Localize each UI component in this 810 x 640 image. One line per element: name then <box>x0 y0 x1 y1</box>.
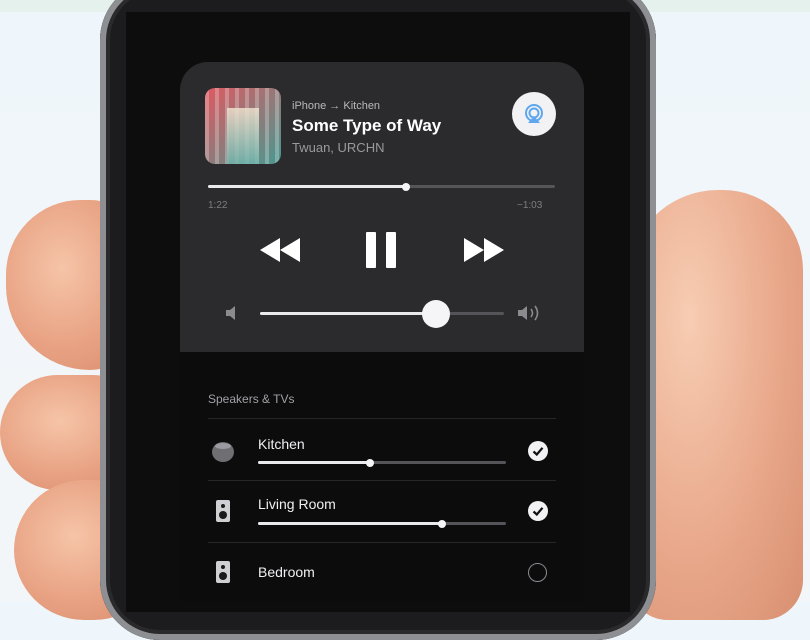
speaker-label: Bedroom <box>258 564 315 580</box>
divider <box>208 418 556 419</box>
elapsed-time: 1:22 <box>208 200 228 211</box>
speaker-volume-knob[interactable] <box>365 458 374 467</box>
remaining-time: −1:03 <box>517 200 543 211</box>
divider <box>208 480 556 481</box>
speakers-panel <box>180 352 584 602</box>
speaker-label: Kitchen <box>258 436 305 452</box>
volume-slider-knob[interactable] <box>421 299 450 328</box>
airplay-icon <box>525 104 543 123</box>
volume-high-icon-wrap <box>516 303 546 328</box>
volume-slider[interactable] <box>260 299 504 328</box>
pause-button[interactable] <box>364 230 398 275</box>
output-route-label: iPhone → Kitchen <box>292 100 381 112</box>
speaker-label: Living Room <box>258 496 336 512</box>
rewind-button[interactable] <box>258 234 302 271</box>
volume-fill <box>260 312 436 315</box>
playback-scrubber[interactable] <box>208 182 555 191</box>
audio-output-card: iPhone → Kitchen Some Type of Way Twuan,… <box>180 62 584 602</box>
track-artist: Twuan, URCHN <box>292 140 385 155</box>
album-artwork <box>205 88 281 164</box>
speaker-volume-fill <box>258 461 370 464</box>
playback-progress-fill <box>208 185 406 188</box>
speaker-volume-slider[interactable] <box>258 519 506 528</box>
speaker-volume-fill <box>258 522 442 525</box>
track-title: Some Type of Way <box>292 116 442 135</box>
pause-icon <box>366 232 396 268</box>
speakers-section-title: Speakers & TVs <box>208 392 295 406</box>
fast-forward-button[interactable] <box>462 234 506 271</box>
fast-forward-icon <box>464 238 504 262</box>
homepod-icon <box>212 442 234 462</box>
speaker-selected-check[interactable] <box>528 441 548 461</box>
speaker-volume-knob[interactable] <box>437 519 446 528</box>
checkmark-icon <box>532 507 544 517</box>
speaker-volume-slider[interactable] <box>258 458 506 467</box>
speaker-icon <box>216 500 230 522</box>
airplay-button[interactable] <box>512 92 556 136</box>
volume-low-icon-wrap <box>224 304 242 327</box>
playback-scrubber-knob[interactable] <box>401 182 410 191</box>
rewind-icon <box>260 238 300 262</box>
divider <box>208 542 556 543</box>
speaker-high-icon <box>518 305 539 321</box>
speaker-unselected-circle[interactable] <box>528 563 547 582</box>
speaker-selected-check[interactable] <box>528 501 548 521</box>
speaker-icon <box>216 561 230 583</box>
speaker-low-icon <box>226 306 235 320</box>
checkmark-icon <box>532 447 544 457</box>
